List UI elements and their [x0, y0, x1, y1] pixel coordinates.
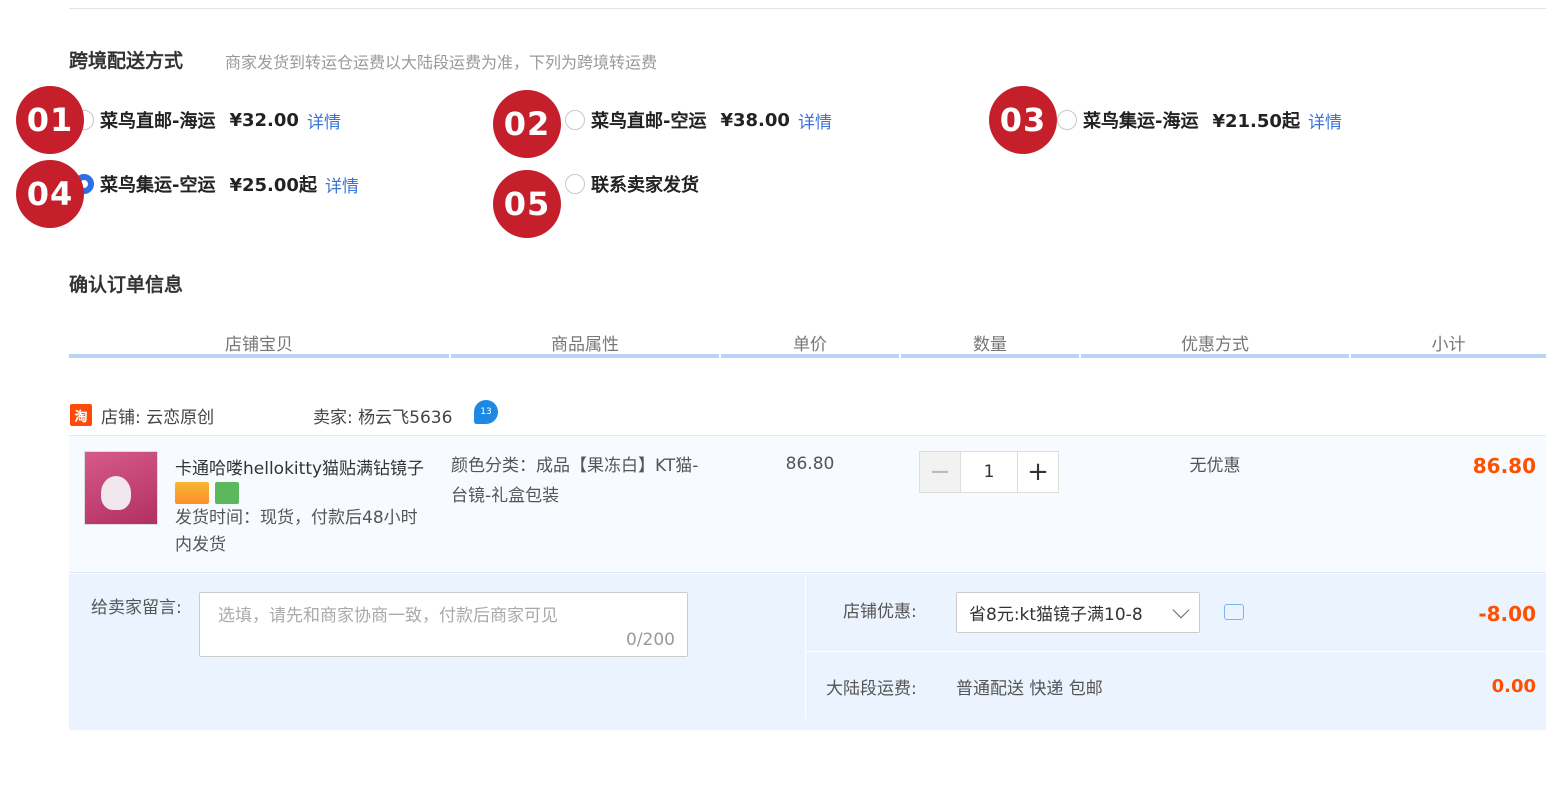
option-name: 菜鸟直邮-空运 [591, 111, 707, 132]
shop-name[interactable]: 店铺: 云恋原创 [101, 403, 214, 428]
details-link[interactable]: 详情 [1308, 108, 1342, 133]
header-underline [1081, 354, 1349, 358]
chat-wangwang-icon[interactable]: 13 [474, 400, 498, 424]
shipping-option-5[interactable]: 联系卖家发货 [565, 171, 699, 197]
header-underline [1351, 354, 1546, 358]
selected-discount: 省8元:kt猫镜子满10-8 [969, 605, 1143, 625]
header-underline [451, 354, 719, 358]
chevron-down-icon [1172, 601, 1190, 619]
shop-discount-label: 店铺优惠: [843, 602, 917, 622]
confirm-order-title: 确认订单信息 [69, 274, 184, 296]
step-badge-05: 05 [493, 170, 561, 238]
column-header-discount: 优惠方式 [1181, 335, 1249, 355]
option-price: ¥25.00起 [229, 175, 317, 196]
option-price: ¥38.00 [720, 109, 790, 131]
product-thumbnail[interactable] [84, 451, 158, 525]
message-label: 给卖家留言: [91, 598, 182, 618]
radio-button[interactable] [565, 110, 585, 130]
seller-name: 卖家: 杨云飞5636 [313, 408, 453, 428]
shipping-option-4[interactable]: 菜鸟集运-空运 ¥25.00起 详情 [74, 171, 359, 197]
column-header-unit-price: 单价 [793, 335, 827, 355]
delivery-time-cont: 内发货 [175, 535, 226, 555]
delivery-time: 发货时间：现货，付款后48小时 [175, 508, 418, 528]
details-link[interactable]: 详情 [798, 108, 832, 133]
discount-method: 无优惠 [1189, 456, 1241, 476]
option-price: ¥32.00 [229, 109, 299, 131]
step-badge-03: 03 [989, 86, 1057, 154]
quantity-input[interactable]: 1 [961, 451, 1017, 493]
radio-button[interactable] [565, 174, 585, 194]
green-badge-icon [215, 482, 239, 504]
details-link[interactable]: 详情 [325, 172, 359, 197]
shop-discount-value: -8.00 [1478, 602, 1536, 626]
shipping-option-2[interactable]: 菜鸟直邮-空运 ¥38.00 详情 [565, 107, 832, 133]
column-header-quantity: 数量 [973, 335, 1007, 355]
comment-icon[interactable] [1224, 604, 1244, 620]
item-subtotal: 86.80 [1472, 454, 1536, 478]
product-attribute-line2: 台镜-礼盒包装 [451, 486, 560, 506]
step-badge-01: 01 [16, 86, 84, 154]
quantity-stepper[interactable]: − 1 + [919, 451, 1059, 493]
message-placeholder: 选填，请先和商家协商一致，付款后商家可见 [218, 606, 558, 626]
decrement-button[interactable]: − [919, 451, 961, 493]
column-header-attributes: 商品属性 [551, 335, 619, 355]
message-textarea[interactable]: 选填，请先和商家协商一致，付款后商家可见 0/200 [199, 592, 688, 657]
shipping-option-1[interactable]: 菜鸟直邮-海运 ¥32.00 详情 [74, 107, 341, 133]
option-price: ¥21.50起 [1212, 111, 1300, 132]
mainland-shipping-label: 大陆段运费: [826, 679, 917, 699]
mainland-shipping-method: 普通配送 快递 包邮 [956, 679, 1103, 699]
header-underline [721, 354, 899, 358]
column-header-item: 店铺宝贝 [225, 335, 293, 355]
header-underline [69, 354, 449, 358]
panel-divider [806, 651, 1546, 652]
option-name: 菜鸟集运-海运 [1083, 111, 1199, 132]
shop-discount-select[interactable]: 省8元:kt猫镜子满10-8 [956, 592, 1200, 633]
unit-price: 86.80 [785, 454, 835, 474]
character-counter: 0/200 [626, 630, 675, 650]
mainland-shipping-value: 0.00 [1491, 676, 1536, 697]
radio-button[interactable] [1057, 110, 1077, 130]
header-underline [901, 354, 1079, 358]
column-header-subtotal: 小计 [1431, 335, 1466, 355]
product-attribute-line1: 颜色分类：成品【果冻白】KT猫- [451, 456, 699, 476]
option-name: 菜鸟直邮-海运 [100, 111, 216, 132]
top-divider [69, 8, 1546, 9]
hello-kitty-image [101, 476, 131, 510]
shipping-option-3[interactable]: 菜鸟集运-海运 ¥21.50起 详情 [1057, 107, 1342, 133]
card-badge-icon [175, 482, 209, 504]
taobao-shop-icon: 淘 [70, 404, 92, 426]
step-badge-02: 02 [493, 90, 561, 158]
panel-divider [805, 574, 806, 718]
step-badge-04: 04 [16, 160, 84, 228]
option-name: 菜鸟集运-空运 [100, 175, 216, 196]
option-name: 联系卖家发货 [591, 175, 699, 196]
details-link[interactable]: 详情 [307, 108, 341, 133]
shipping-hint: 商家发货到转运仓运费以大陆段运费为准，下列为跨境转运费 [225, 53, 658, 72]
shipping-section-title: 跨境配送方式 [69, 50, 184, 72]
product-title[interactable]: 卡通哈喽hellokitty猫贴满钻镜子 [175, 454, 437, 479]
increment-button[interactable]: + [1017, 451, 1059, 493]
